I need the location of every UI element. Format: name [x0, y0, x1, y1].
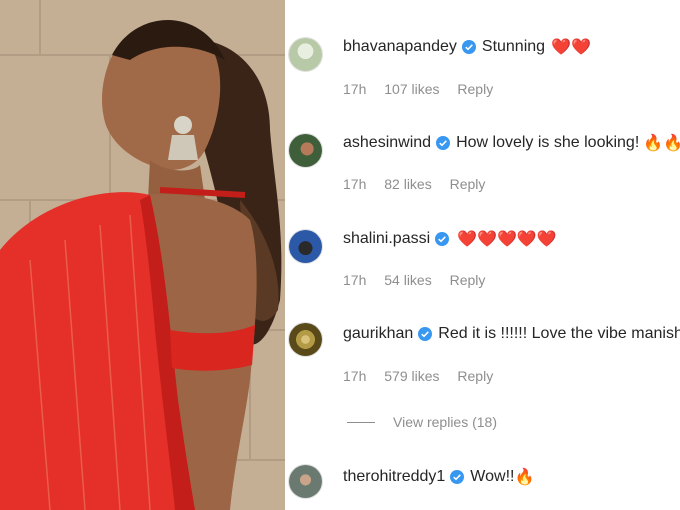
- avatar[interactable]: [288, 322, 323, 357]
- post-photo: [0, 0, 285, 510]
- verified-badge-icon: [450, 470, 465, 484]
- comment-meta: 17h 579 likes Reply: [343, 368, 507, 384]
- avatar[interactable]: [288, 37, 323, 72]
- comment-item: bhavanapandey Stunning ❤️❤️ 17h 107 like…: [285, 28, 680, 108]
- comment-line: therohitreddy1 Wow!! 🔥: [343, 467, 534, 487]
- comment-meta: 17h 54 likes Reply: [343, 272, 499, 288]
- comments-panel: bhavanapandey Stunning ❤️❤️ 17h 107 like…: [285, 0, 680, 510]
- fire-icon: 🔥: [514, 469, 535, 486]
- verified-badge-icon: [436, 136, 451, 150]
- comment-line: gaurikhan Red it is !!!!!! Love the vibe…: [343, 325, 680, 343]
- comment-item: gaurikhan Red it is !!!!!! Love the vibe…: [285, 316, 680, 396]
- red-heart-icon: ❤️❤️: [551, 39, 591, 56]
- comment-meta: 17h 107 likes Reply: [343, 81, 507, 97]
- reply-button[interactable]: Reply: [457, 368, 493, 384]
- reply-button[interactable]: Reply: [450, 176, 486, 192]
- comment-time: 17h: [343, 272, 367, 288]
- replies-divider: [347, 421, 375, 423]
- comment-line: bhavanapandey Stunning ❤️❤️: [343, 37, 591, 57]
- verified-badge-icon: [435, 232, 450, 246]
- avatar[interactable]: [288, 229, 323, 264]
- comment-text: How lovely is she looking!: [456, 134, 640, 151]
- comment-item: shalini.passi ❤️❤️❤️❤️❤️ 17h 54 likes Re…: [285, 220, 680, 300]
- photo-illustration: [0, 0, 285, 510]
- red-heart-icon: ❤️❤️❤️❤️❤️: [457, 231, 557, 248]
- comment-text: Wow!!: [470, 468, 515, 485]
- comment-meta: 17h 82 likes Reply: [343, 176, 499, 192]
- comment-likes[interactable]: 107 likes: [384, 81, 439, 97]
- comment-time: 17h: [343, 368, 367, 384]
- comment-item: ashesinwind How lovely is she looking! 🔥…: [285, 124, 680, 204]
- username[interactable]: therohitreddy1: [343, 468, 445, 486]
- avatar[interactable]: [288, 464, 323, 499]
- reply-button[interactable]: Reply: [450, 272, 486, 288]
- view-replies-label: View replies (18): [393, 414, 498, 430]
- username[interactable]: bhavanapandey: [343, 38, 457, 56]
- comment-likes[interactable]: 54 likes: [384, 272, 431, 288]
- comment-text: Red it is !!!!!! Love the vibe manish: [438, 325, 680, 342]
- comment-likes[interactable]: 82 likes: [384, 176, 431, 192]
- reply-button[interactable]: Reply: [457, 81, 493, 97]
- comment-line: ashesinwind How lovely is she looking! 🔥…: [343, 133, 680, 153]
- comment-time: 17h: [343, 81, 367, 97]
- username[interactable]: gaurikhan: [343, 325, 413, 343]
- comment-item: therohitreddy1 Wow!! 🔥: [285, 455, 680, 510]
- comment-likes[interactable]: 579 likes: [384, 368, 439, 384]
- avatar[interactable]: [288, 133, 323, 168]
- comment-text: Stunning: [481, 38, 546, 55]
- verified-badge-icon: [461, 40, 476, 54]
- username[interactable]: shalini.passi: [343, 230, 430, 248]
- verified-badge-icon: [418, 327, 433, 341]
- username[interactable]: ashesinwind: [343, 134, 431, 152]
- comment-time: 17h: [343, 176, 367, 192]
- fire-icon: 🔥🔥: [643, 135, 680, 152]
- comment-line: shalini.passi ❤️❤️❤️❤️❤️: [343, 229, 557, 249]
- view-replies-button[interactable]: View replies (18): [347, 414, 497, 430]
